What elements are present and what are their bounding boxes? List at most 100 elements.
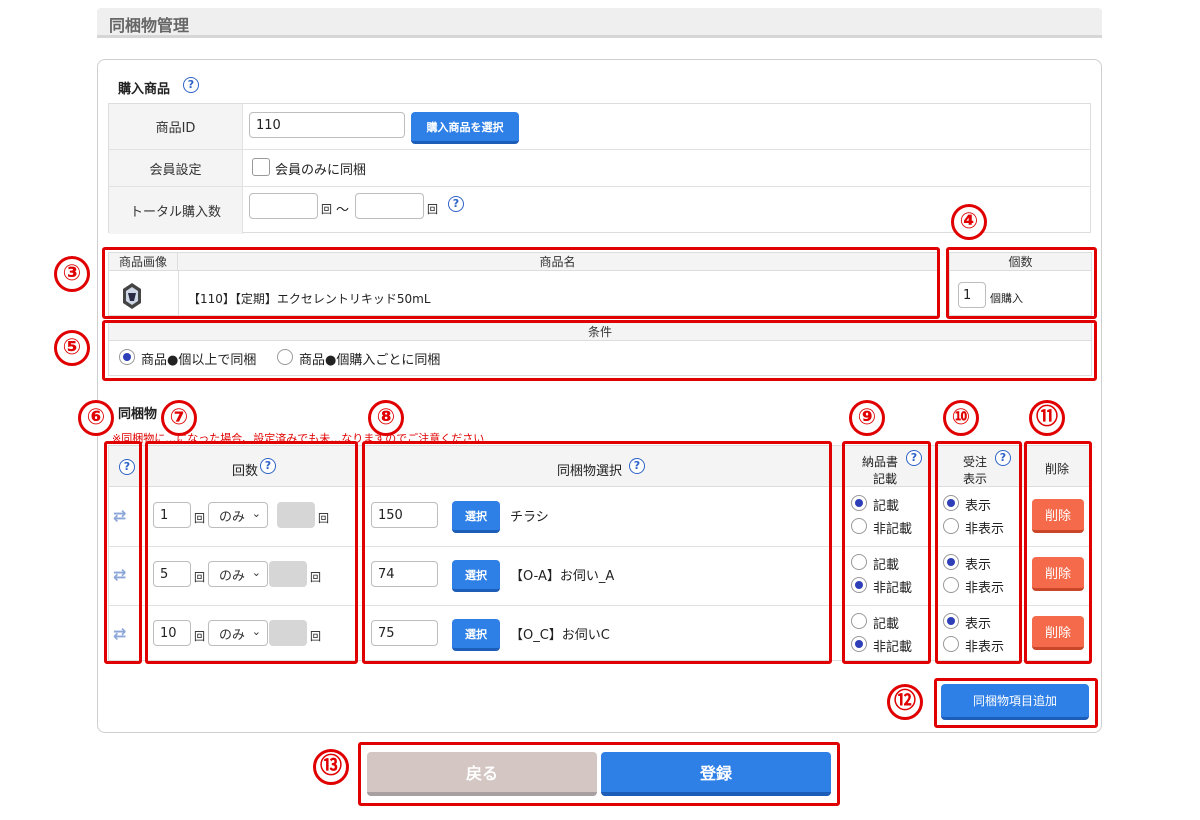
page-title: 同梱物管理 xyxy=(109,16,190,35)
row1-extra-unit: 回 xyxy=(318,512,329,525)
row1-select-button[interactable]: 選択 xyxy=(452,501,500,533)
back-button[interactable]: 戻る xyxy=(367,752,597,796)
row1-shuffle-icon[interactable]: ⇄ xyxy=(113,506,126,525)
row1-invoice-off-radio[interactable] xyxy=(851,518,867,534)
product-table: 商品画像 商品名 【110】【定期】エクセレントリキッド50mL xyxy=(108,252,938,317)
col-select-header: 同梱物選択 xyxy=(557,464,623,479)
row2-count-unit: 回 xyxy=(194,571,205,584)
condition-option1-radio[interactable] xyxy=(119,349,135,365)
total-help-icon[interactable]: ? xyxy=(448,196,464,212)
total-range-tilde: ～ xyxy=(336,203,350,218)
row3-extra-unit: 回 xyxy=(310,630,321,643)
row3-delete-button[interactable]: 削除 xyxy=(1032,616,1084,650)
qty-input[interactable]: 1 xyxy=(958,282,986,308)
bundle-section-title: 同梱物 xyxy=(118,407,158,422)
annotation-number-4: ④ xyxy=(951,204,987,240)
row1-order-on-radio[interactable] xyxy=(943,495,959,511)
row1-item-id-input[interactable]: 150 xyxy=(371,502,438,528)
row1-order-on-label: 表示 xyxy=(965,499,992,514)
row3-shuffle-icon[interactable]: ⇄ xyxy=(113,624,126,643)
row2-shuffle-icon[interactable]: ⇄ xyxy=(113,565,126,584)
row2-order-on-radio[interactable] xyxy=(943,554,959,570)
annotation-number-9: ⑨ xyxy=(849,400,885,436)
row2-mode-select[interactable]: のみ ⌄ xyxy=(208,561,268,587)
select-help-icon[interactable]: ? xyxy=(629,458,645,474)
col-invoice-header-l2: 記載 xyxy=(873,472,898,486)
row2-extra-input[interactable] xyxy=(269,561,307,587)
register-button[interactable]: 登録 xyxy=(601,752,831,796)
invoice-help-icon[interactable]: ? xyxy=(906,450,922,466)
member-only-label: 会員のみに同梱 xyxy=(275,163,367,178)
annotation-number-13: ⑬ xyxy=(313,749,349,785)
annotation-number-3: ③ xyxy=(54,256,90,292)
condition-option2-radio[interactable] xyxy=(277,349,293,365)
row1-extra-input[interactable] xyxy=(277,502,315,528)
row3-mode-value: のみ xyxy=(219,627,246,643)
total-min-input[interactable] xyxy=(249,193,318,219)
row1-count-input[interactable]: 1 xyxy=(153,502,191,528)
row3-count-input[interactable]: 10 xyxy=(153,620,191,646)
condition-header: 条件 xyxy=(109,323,1091,341)
row2-order-on-label: 表示 xyxy=(965,558,992,573)
row1-order-off-label: 非表示 xyxy=(965,522,1005,537)
row3-invoice-off-radio[interactable] xyxy=(851,636,867,652)
annotation-number-12: ⑫ xyxy=(887,684,923,720)
row1-invoice-on-radio[interactable] xyxy=(851,495,867,511)
row3-item-name: 【O_C】お伺いC xyxy=(510,628,610,643)
row2-invoice-on-label: 記載 xyxy=(873,558,900,573)
row2-item-id-input[interactable]: 74 xyxy=(371,561,438,587)
col-name-header: 商品名 xyxy=(178,253,937,271)
row1-item-name: チラシ xyxy=(510,510,549,525)
row3-mode-select[interactable]: のみ ⌄ xyxy=(208,620,268,646)
row2-invoice-off-label: 非記載 xyxy=(873,581,913,596)
col-order-header-l1: 受注 xyxy=(963,455,988,469)
col-order-header-l2: 表示 xyxy=(963,472,988,486)
row1-mode-value: のみ xyxy=(219,509,246,525)
annotation-number-10: ⑩ xyxy=(943,400,979,436)
row3-select-button[interactable]: 選択 xyxy=(452,619,500,651)
member-only-checkbox[interactable] xyxy=(252,158,270,176)
row1-order-off-radio[interactable] xyxy=(943,518,959,534)
order-help-icon[interactable]: ? xyxy=(995,450,1011,466)
row2-order-off-radio[interactable] xyxy=(943,577,959,593)
row2-extra-unit: 回 xyxy=(310,571,321,584)
row2-order-off-label: 非表示 xyxy=(965,581,1005,596)
select-product-button[interactable]: 購入商品を選択 xyxy=(411,112,519,144)
row1-mode-select[interactable]: のみ ⌄ xyxy=(208,502,268,528)
col-qty-header: 個数 xyxy=(950,253,1091,271)
row3-extra-input[interactable] xyxy=(269,620,307,646)
row2-invoice-off-radio[interactable] xyxy=(851,577,867,593)
total-max-unit: 回 xyxy=(427,203,438,216)
annotation-number-5: ⑤ xyxy=(54,330,90,366)
col-invoice-header-l1: 納品書 xyxy=(862,455,899,469)
row1-delete-button[interactable]: 削除 xyxy=(1032,499,1084,533)
total-max-input[interactable] xyxy=(355,193,424,219)
row3-count-unit: 回 xyxy=(194,630,205,643)
add-bundle-item-button[interactable]: 同梱物項目追加 xyxy=(941,684,1089,720)
annotation-number-7: ⑦ xyxy=(161,400,197,436)
row1-invoice-off-label: 非記載 xyxy=(873,522,913,537)
member-label: 会員設定 xyxy=(109,150,243,186)
annotation-number-8: ⑧ xyxy=(368,400,404,436)
chevron-down-icon: ⌄ xyxy=(251,625,261,638)
total-min-unit: 回 xyxy=(321,203,332,216)
purchase-help-icon[interactable]: ? xyxy=(183,77,199,93)
row3-order-on-radio[interactable] xyxy=(943,613,959,629)
row3-order-on-label: 表示 xyxy=(965,617,992,632)
product-id-input[interactable]: 110 xyxy=(249,112,405,138)
row2-invoice-on-radio[interactable] xyxy=(851,554,867,570)
row3-invoice-on-radio[interactable] xyxy=(851,613,867,629)
row2-select-button[interactable]: 選択 xyxy=(452,560,500,592)
row3-invoice-off-label: 非記載 xyxy=(873,640,913,655)
total-label: トータル購入数 xyxy=(109,187,243,234)
product-id-label: 商品ID xyxy=(109,104,243,149)
col-delete-header: 削除 xyxy=(1045,462,1070,476)
row3-order-off-radio[interactable] xyxy=(943,636,959,652)
count-help-icon[interactable]: ? xyxy=(260,458,276,474)
row2-delete-button[interactable]: 削除 xyxy=(1032,557,1084,591)
bundle-help-icon[interactable]: ? xyxy=(119,459,135,475)
qty-suffix: 個購入 xyxy=(990,292,1023,305)
row3-item-id-input[interactable]: 75 xyxy=(371,620,438,646)
page-header: 同梱物管理 xyxy=(97,8,1102,38)
row2-count-input[interactable]: 5 xyxy=(153,561,191,587)
